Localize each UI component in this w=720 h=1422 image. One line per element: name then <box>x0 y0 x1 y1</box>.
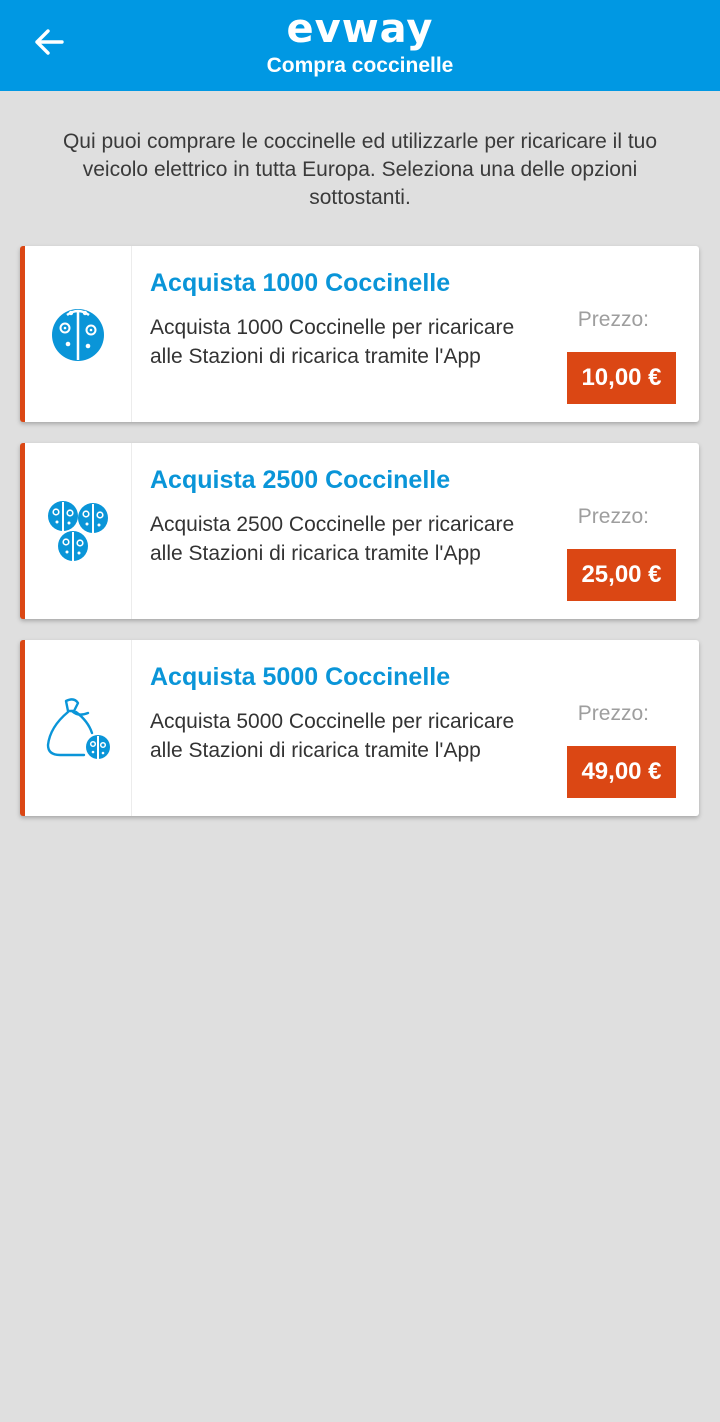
product-title: Acquista 5000 Coccinelle <box>150 663 451 691</box>
price-label: Prezzo: <box>577 702 649 725</box>
ladybug-bag-icon <box>46 698 110 759</box>
intro-text: Qui puoi comprare le coccinelle ed utili… <box>62 130 658 209</box>
price-badge[interactable]: 25,00 € <box>567 549 676 601</box>
product-description: Acquista 5000 Coccinelle per ricaricare … <box>150 710 515 762</box>
app-logo: evway <box>286 6 434 52</box>
product-icon-container <box>25 640 132 816</box>
product-title: Acquista 2500 Coccinelle <box>150 466 451 494</box>
product-card-1000[interactable]: Acquista 1000 Coccinelle Acquista 1000 C… <box>20 246 699 422</box>
product-card-2500[interactable]: Acquista 2500 Coccinelle Acquista 2500 C… <box>20 443 699 619</box>
app-header: evway Compra coccinelle <box>0 0 720 91</box>
product-description: Acquista 2500 Coccinelle per ricaricare … <box>150 513 515 565</box>
product-description: Acquista 1000 Coccinelle per ricaricare … <box>150 316 515 368</box>
product-title: Acquista 1000 Coccinelle <box>150 269 451 297</box>
product-icon-container <box>25 443 132 619</box>
price-label: Prezzo: <box>577 308 649 331</box>
price-badge[interactable]: 49,00 € <box>567 746 676 798</box>
price-badge[interactable]: 10,00 € <box>567 352 676 404</box>
ladybug-icon <box>52 309 104 361</box>
product-icon-container <box>25 246 132 422</box>
product-card-5000[interactable]: Acquista 5000 Coccinelle Acquista 5000 C… <box>20 640 699 816</box>
price-label: Prezzo: <box>577 505 649 528</box>
ladybugs-group-icon <box>48 501 108 561</box>
page-title: Compra coccinelle <box>266 54 454 77</box>
